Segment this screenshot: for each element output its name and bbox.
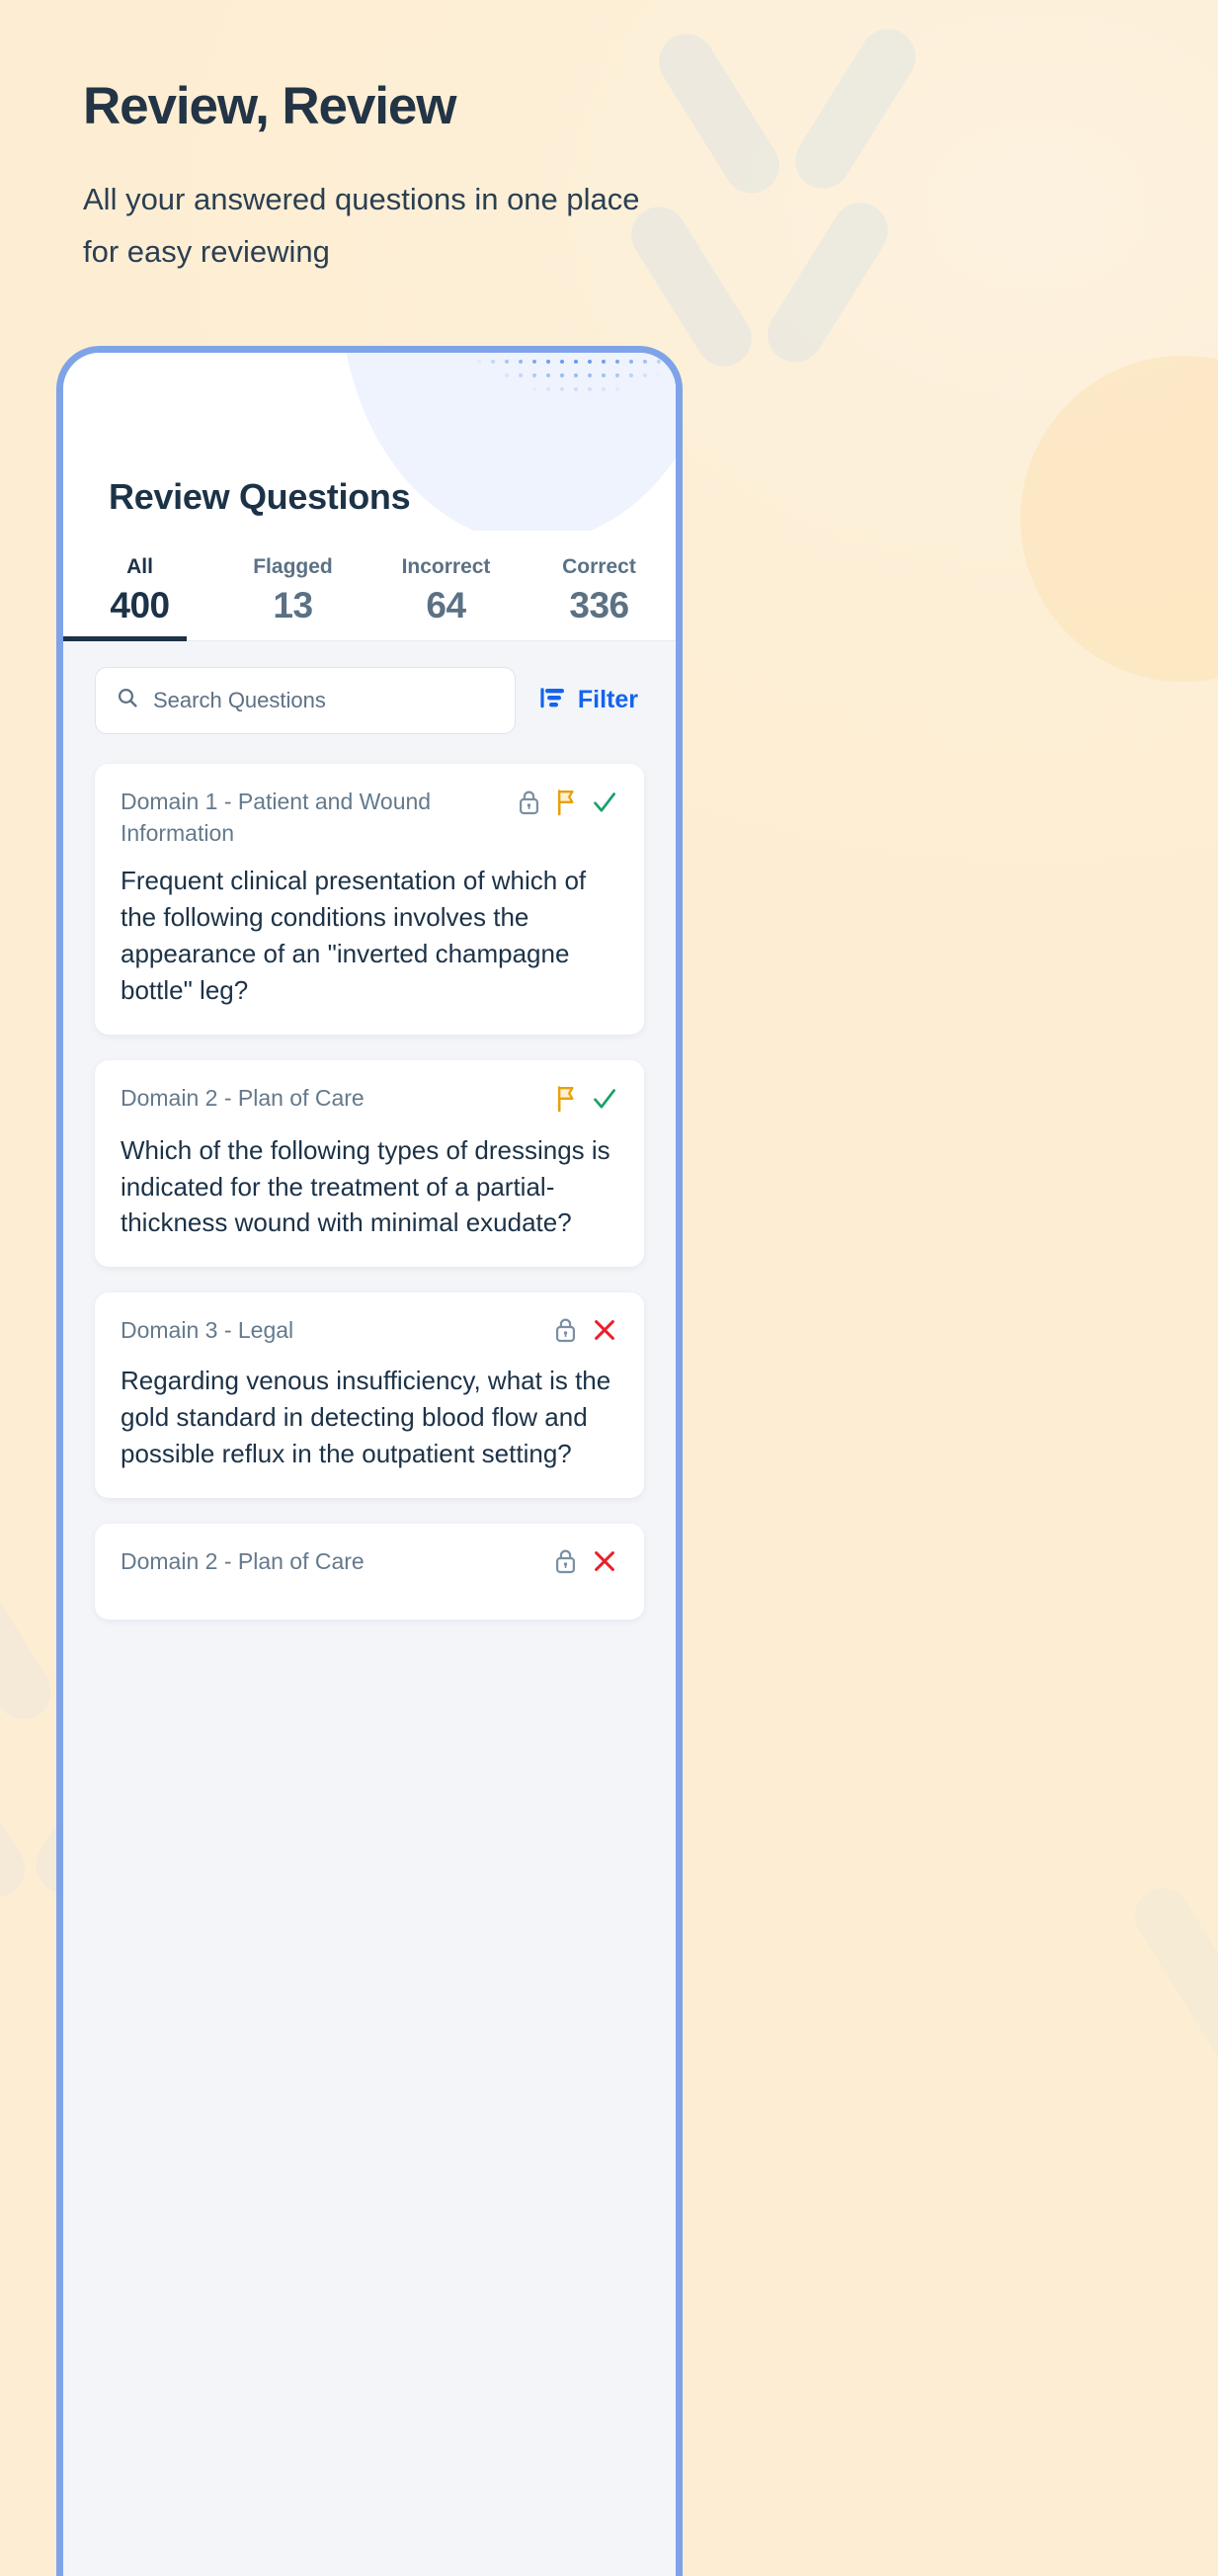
tab-bar: All 400 Flagged 13 Incorrect 64 Correct … xyxy=(63,551,676,641)
question-status-icons xyxy=(554,1082,618,1119)
question-status-icons xyxy=(517,786,618,822)
tab-all-label: All xyxy=(126,555,153,578)
question-card[interactable]: Domain 2 - Plan of Care xyxy=(95,1524,644,1620)
cross-icon xyxy=(591,1316,618,1349)
question-text: Which of the following types of dressing… xyxy=(121,1134,610,1238)
tab-flagged-label: Flagged xyxy=(253,555,333,578)
lock-icon[interactable] xyxy=(517,789,541,821)
question-text: Frequent clinical presentation of which … xyxy=(121,866,587,1005)
search-row: Search Questions Filter xyxy=(63,666,676,734)
tab-incorrect-count: 64 xyxy=(426,584,466,625)
search-input[interactable]: Search Questions xyxy=(95,666,516,734)
flag-icon[interactable] xyxy=(554,788,578,822)
question-status-icons xyxy=(553,1314,618,1349)
screen-title: Review Questions xyxy=(109,476,411,517)
tab-incorrect-label: Incorrect xyxy=(401,555,491,578)
lock-icon[interactable] xyxy=(553,1316,578,1349)
filter-label: Filter xyxy=(577,686,638,714)
question-card-header: Domain 2 - Plan of Care xyxy=(121,1545,618,1580)
question-card-header: Domain 3 - Legal xyxy=(121,1314,618,1349)
question-card-header: Domain 1 - Patient and Wound Information xyxy=(121,786,618,849)
page-subtitle: All your answered questions in one place… xyxy=(83,182,640,270)
tab-flagged-count: 13 xyxy=(273,584,313,625)
question-domain: Domain 2 - Plan of Care xyxy=(121,1548,365,1575)
page-title: Review, Review xyxy=(83,77,456,135)
question-status-icons xyxy=(553,1545,618,1580)
tab-all[interactable]: All 400 xyxy=(63,551,216,641)
cross-icon xyxy=(591,1547,618,1580)
tab-flagged[interactable]: Flagged 13 xyxy=(216,551,369,641)
question-domain: Domain 2 - Plan of Care xyxy=(121,1084,365,1111)
question-text: Regarding venous insufficiency, what is … xyxy=(121,1366,611,1469)
tab-incorrect[interactable]: Incorrect 64 xyxy=(369,551,523,641)
filter-button[interactable]: Filter xyxy=(531,681,644,719)
question-list-area: Search Questions Filter Domain 1 - Patie… xyxy=(63,640,676,2576)
filter-icon xyxy=(537,685,567,715)
question-domain: Domain 3 - Legal xyxy=(121,1317,294,1344)
app-header: Review Questions All 400 Flagged 13 Inco… xyxy=(63,476,676,641)
tab-all-count: 400 xyxy=(110,584,170,625)
flag-icon[interactable] xyxy=(554,1084,578,1119)
check-icon xyxy=(591,789,618,821)
app-screen: Review Questions All 400 Flagged 13 Inco… xyxy=(63,353,676,2576)
question-card[interactable]: Domain 1 - Patient and Wound Information xyxy=(95,763,644,1035)
question-card[interactable]: Domain 2 - Plan of Care xyxy=(95,1059,644,1268)
question-card[interactable]: Domain 3 - Legal Regarding venous insuff… xyxy=(95,1292,644,1499)
search-icon xyxy=(116,686,139,714)
question-card-header: Domain 2 - Plan of Care xyxy=(121,1082,618,1119)
header-dot-pattern xyxy=(375,353,676,495)
tab-correct[interactable]: Correct 336 xyxy=(523,551,676,641)
search-placeholder: Search Questions xyxy=(153,687,326,712)
question-card-list: Domain 1 - Patient and Wound Information xyxy=(63,763,676,1620)
question-domain: Domain 1 - Patient and Wound Information xyxy=(121,788,432,846)
check-icon xyxy=(591,1085,618,1118)
phone-mockup: Review Questions All 400 Flagged 13 Inco… xyxy=(56,346,683,2576)
tab-correct-label: Correct xyxy=(562,555,636,578)
tab-correct-count: 336 xyxy=(569,584,629,625)
lock-icon[interactable] xyxy=(553,1547,578,1580)
